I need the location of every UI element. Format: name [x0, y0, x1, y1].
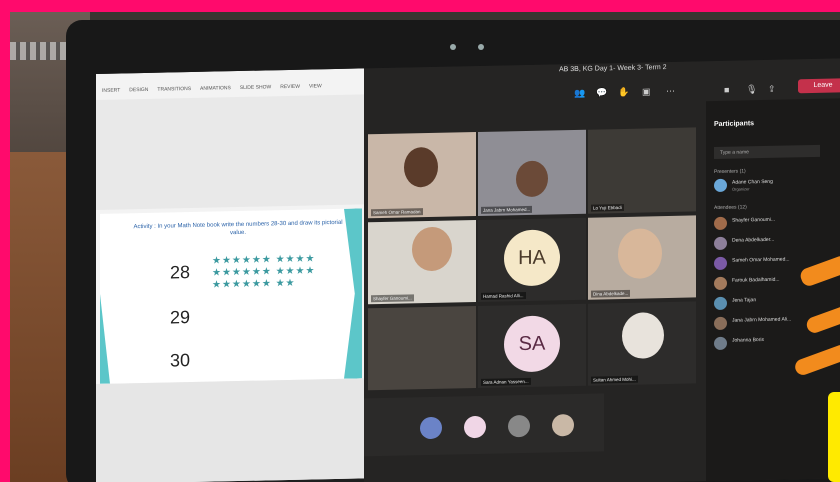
participant-role: Organizer — [732, 186, 750, 192]
ribbon-body — [96, 94, 364, 210]
video-tile[interactable]: Shayfer Ganoumi... — [368, 220, 476, 305]
participant-row[interactable]: Shayfer Ganoumi... — [714, 214, 840, 231]
menu-view[interactable]: VIEW — [309, 83, 322, 89]
participant-name: Johanna Boris — [732, 337, 764, 344]
tile-name: Jana Jabrn Mohamed... — [481, 205, 533, 214]
video-tile[interactable]: HA Hamad Rashid Alli... — [478, 217, 586, 302]
video-tile[interactable]: Dina Abdelkade... — [588, 215, 696, 300]
webcam-icon — [450, 44, 456, 50]
video-tile[interactable]: Sameh Omar Ramadan — [368, 132, 476, 219]
avatar[interactable] — [464, 415, 486, 439]
number-30: 30 — [170, 350, 191, 371]
participant-row[interactable]: Adane Chan Seng Organizer — [714, 176, 840, 193]
more-icon[interactable]: ⋯ — [666, 86, 675, 97]
avatar[interactable] — [420, 416, 442, 440]
avatar — [714, 216, 727, 231]
yellow-sticker — [828, 392, 840, 482]
participant-video — [516, 160, 548, 198]
menu-review[interactable]: REVIEW — [280, 84, 300, 90]
participant-row[interactable]: Jena Tajan — [714, 294, 840, 311]
video-tile[interactable]: SA Sara Adnan Yasseen... — [478, 303, 586, 388]
number-28: 28 — [170, 262, 191, 283]
attendees-label: Attendees (12) — [714, 204, 747, 212]
ribbon-menu: INSERT DESIGN TRANSITIONS ANIMATIONS SLI… — [102, 83, 322, 94]
presenters-label: Presenters (1) — [714, 168, 746, 176]
number-29: 29 — [170, 307, 191, 328]
raise-hand-icon[interactable]: ✋ — [618, 87, 629, 98]
avatar — [714, 236, 727, 251]
video-tile[interactable]: Sultan Ahmed Mohi... — [588, 301, 696, 386]
stars-row-2: ★★★★★★ ★★★★ — [212, 265, 316, 279]
participant-video — [404, 146, 438, 188]
slide-decoration-left — [100, 294, 110, 384]
video-tile[interactable]: Jana Jabrn Mohamed... — [478, 129, 586, 216]
powerpoint-pane: INSERT DESIGN TRANSITIONS ANIMATIONS SLI… — [96, 68, 364, 482]
gallery-tile[interactable] — [368, 306, 476, 391]
wall-decoration — [10, 42, 70, 60]
activity-text: Activity : In your Math Note book write … — [133, 219, 343, 237]
camera-icon[interactable]: ■ — [724, 85, 729, 95]
teams-window: AB 3B, KG Day 1- Week 3- Term 2 👥 💬 ✋ ▣ … — [364, 58, 840, 482]
avatar — [714, 336, 727, 351]
menu-design[interactable]: DESIGN — [129, 87, 148, 93]
participant-row[interactable]: Dena Abdelkader... — [714, 234, 840, 251]
participant-name: Dena Abdelkader... — [732, 236, 775, 244]
participant-name: Shayfer Ganoumi... — [732, 216, 776, 224]
invite-input[interactable]: Type a name — [714, 144, 820, 160]
avatar — [714, 256, 727, 271]
sensor-icon — [478, 44, 484, 50]
menu-transitions[interactable]: TRANSITIONS — [157, 86, 191, 93]
avatar — [714, 296, 727, 311]
panel-title: Participants — [714, 120, 755, 129]
avatar-initials: SA — [504, 315, 560, 373]
mic-icon[interactable]: 🎙 — [746, 84, 757, 95]
participant-name: Farouk Badalhamid... — [732, 276, 780, 284]
share-icon[interactable]: ⇪ — [768, 84, 776, 95]
participants-panel: Participants Type a name Presenters (1) … — [706, 98, 840, 482]
avatar[interactable] — [552, 413, 574, 437]
tile-name: Shayfer Ganoumi... — [371, 294, 414, 303]
video-tile[interactable]: Lo Yuji Ebbadi — [588, 127, 696, 214]
notes-area — [96, 378, 364, 482]
tile-name: Hamad Rashid Alli... — [481, 292, 526, 300]
photo-scene: INSERT DESIGN TRANSITIONS ANIMATIONS SLI… — [10, 12, 840, 482]
participant-name: Adane Chan Seng — [732, 178, 773, 186]
meeting-title: AB 3B, KG Day 1- Week 3- Term 2 — [559, 64, 667, 74]
participant-name: Jena Tajan — [732, 297, 757, 304]
stars-row-1: ★★★★★★ ★★★★ — [212, 253, 316, 267]
stars-row-3: ★★★★★★ ★★ — [212, 277, 296, 291]
leave-button[interactable]: Leave — [798, 78, 840, 94]
avatar[interactable] — [508, 414, 530, 438]
tile-name: Lo Yuji Ebbadi — [591, 203, 624, 212]
tile-name: Sultan Ahmed Mohi... — [591, 375, 638, 384]
avatar — [714, 178, 727, 193]
chat-icon[interactable]: 💬 — [596, 87, 607, 98]
overflow-bar — [364, 393, 604, 457]
slide: Activity : In your Math Note book write … — [100, 208, 362, 384]
participant-video — [622, 312, 664, 359]
participant-row[interactable]: Johanna Boris — [714, 334, 840, 351]
avatar — [714, 316, 727, 331]
rooms-icon[interactable]: ▣ — [642, 86, 651, 97]
avatar-initials: HA — [504, 229, 560, 287]
tile-name: Dina Abdelkade... — [591, 289, 631, 298]
participant-video — [618, 228, 662, 280]
tile-name: Sara Adnan Yasseen... — [481, 377, 531, 386]
monitor-screen: INSERT DESIGN TRANSITIONS ANIMATIONS SLI… — [96, 58, 840, 482]
participant-name: Sameh Omar Mohamed... — [732, 256, 790, 264]
participant-video — [412, 226, 452, 272]
menu-slideshow[interactable]: SLIDE SHOW — [240, 84, 271, 91]
avatar — [714, 276, 727, 291]
people-icon[interactable]: 👥 — [574, 88, 585, 99]
menu-insert[interactable]: INSERT — [102, 87, 120, 93]
participant-name: Jana Jabrn Mohamed Ali... — [732, 316, 792, 324]
tile-name: Sameh Omar Ramadan — [371, 208, 423, 217]
menu-animations[interactable]: ANIMATIONS — [200, 85, 231, 92]
